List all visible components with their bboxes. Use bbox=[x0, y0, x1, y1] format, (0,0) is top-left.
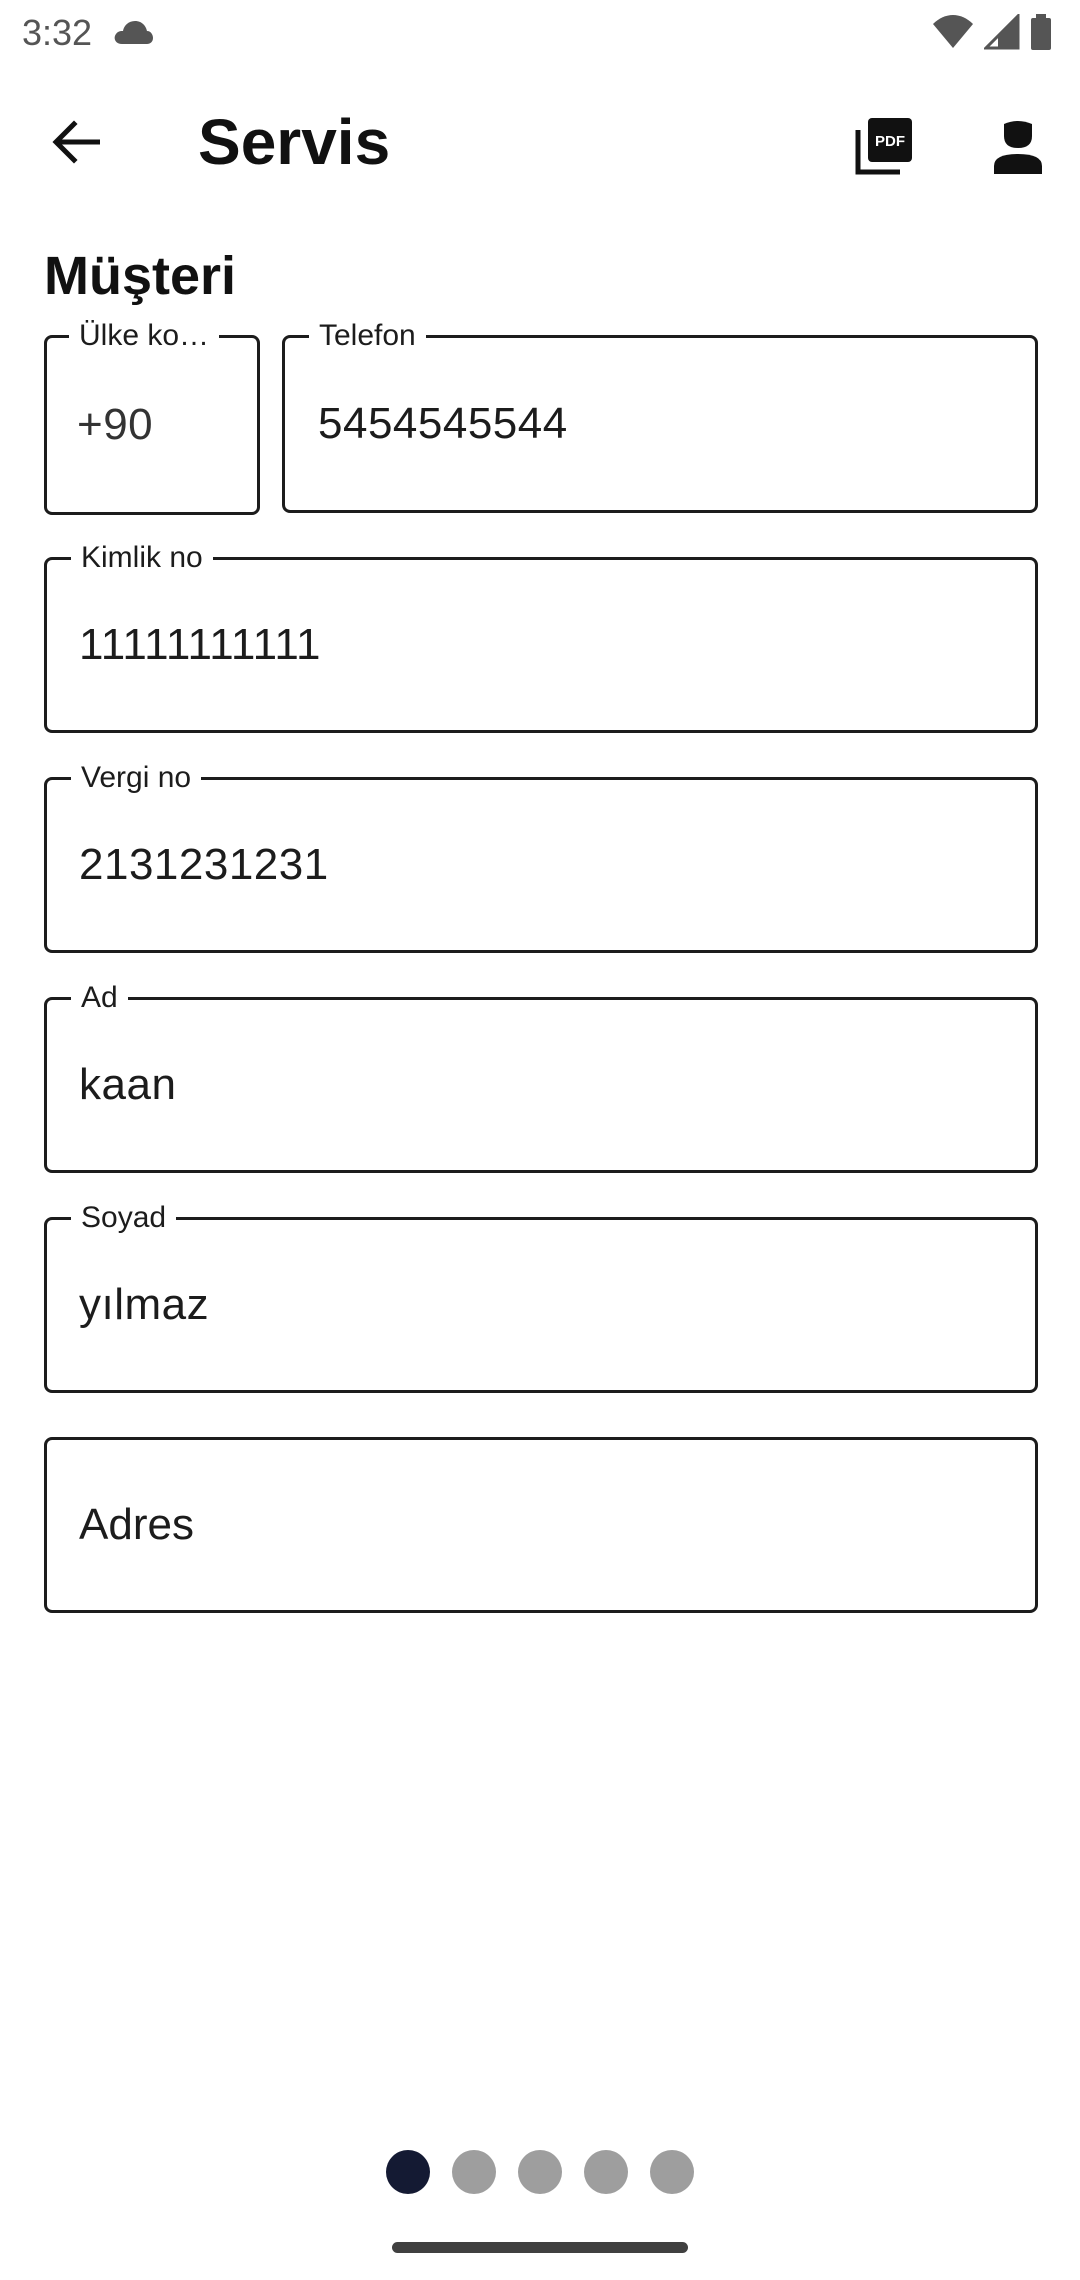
person-icon bbox=[994, 121, 1042, 174]
id-number-field[interactable]: Kimlik no 11111111111 bbox=[44, 541, 1038, 733]
phone-value: 5454545544 bbox=[318, 399, 568, 448]
pdf-icon: PDF bbox=[855, 118, 912, 175]
tax-number-value: 2131231231 bbox=[79, 840, 329, 889]
page-dot-4[interactable] bbox=[584, 2150, 628, 2194]
battery-icon bbox=[1031, 14, 1051, 50]
tax-number-field[interactable]: Vergi no 2131231231 bbox=[44, 761, 1038, 953]
section-title-customer: Müşteri bbox=[44, 246, 237, 306]
arrow-left-icon bbox=[52, 120, 100, 164]
page-title: Servis bbox=[198, 106, 391, 178]
status-icons bbox=[932, 14, 1052, 50]
svg-text:PDF: PDF bbox=[875, 133, 905, 150]
app-bar: Servis PDF bbox=[0, 80, 1080, 204]
phone-field[interactable]: Telefon 5454545544 bbox=[282, 319, 1038, 513]
status-time: 3:32 bbox=[22, 12, 93, 53]
person-button[interactable] bbox=[982, 110, 1054, 182]
country-code-field[interactable]: Ülke ko… +90 bbox=[44, 319, 260, 515]
id-number-value: 11111111111 bbox=[79, 620, 322, 669]
first-name-field[interactable]: Ad kaan bbox=[44, 981, 1038, 1173]
home-indicator[interactable] bbox=[392, 2242, 688, 2253]
last-name-field[interactable]: Soyad yılmaz bbox=[44, 1201, 1038, 1393]
page-dot-3[interactable] bbox=[518, 2150, 562, 2194]
back-button[interactable] bbox=[36, 110, 116, 174]
first-name-value: kaan bbox=[79, 1060, 177, 1109]
wifi-icon bbox=[933, 15, 973, 48]
page-dot-2[interactable] bbox=[452, 2150, 496, 2194]
address-field bbox=[44, 1437, 1038, 1613]
page-dot-5[interactable] bbox=[650, 2150, 694, 2194]
page-indicator bbox=[386, 2150, 694, 2194]
pdf-button[interactable]: PDF bbox=[848, 110, 920, 182]
last-name-value: yılmaz bbox=[79, 1280, 210, 1329]
country-code-value: +90 bbox=[77, 400, 154, 449]
status-bar: 3:32 bbox=[0, 0, 1080, 64]
cloud-icon bbox=[114, 21, 153, 44]
signal-icon bbox=[984, 14, 1020, 50]
page-dot-1[interactable] bbox=[386, 2150, 430, 2194]
address-input[interactable] bbox=[47, 1440, 1035, 1610]
